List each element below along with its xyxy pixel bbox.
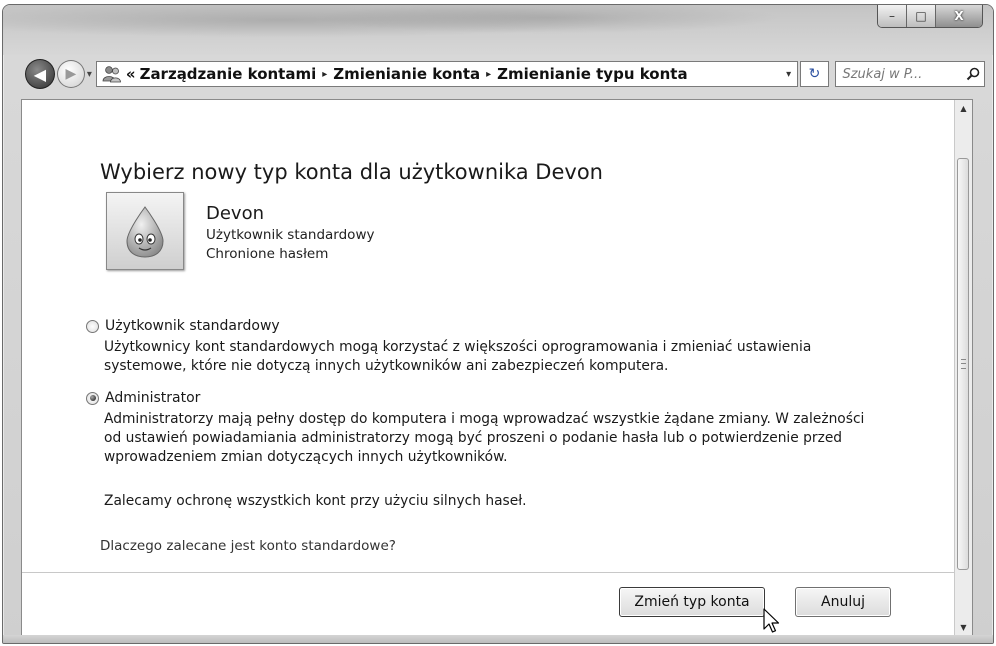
minimize-button[interactable]: –: [878, 5, 907, 27]
users-control-panel-icon: [101, 65, 123, 83]
search-icon[interactable]: [962, 67, 984, 81]
content-pane: Wybierz nowy typ konta dla użytkownika D…: [21, 99, 973, 637]
option-administrator[interactable]: Administrator: [86, 390, 200, 406]
scroll-down-button[interactable]: ▼: [955, 619, 972, 636]
page-title: Wybierz nowy typ konta dla użytkownika D…: [100, 160, 603, 184]
cancel-button[interactable]: Anuluj: [795, 587, 891, 617]
search-input[interactable]: [836, 65, 962, 83]
breadcrumb-change-account-type[interactable]: Zmienianie typu konta: [497, 65, 687, 83]
change-account-type-button[interactable]: Zmień typ konta: [619, 587, 765, 617]
address-bar[interactable]: « Zarządzanie kontami ▸ Zmienianie konta…: [95, 61, 798, 87]
breadcrumb-separator[interactable]: ▸: [486, 69, 491, 80]
address-dropdown-button[interactable]: ▾: [781, 69, 797, 80]
recent-pages-dropdown[interactable]: ▾: [87, 69, 92, 80]
option-description: Użytkownicy kont standardowych mogą korz…: [104, 339, 812, 374]
window-bottom-border: [3, 635, 993, 643]
scroll-grip: [961, 359, 966, 369]
scroll-thumb[interactable]: [957, 158, 969, 570]
separator: [22, 572, 955, 573]
user-picture-icon: [126, 206, 164, 258]
breadcrumb-change-account[interactable]: Zmienianie konta: [333, 65, 480, 83]
forward-button[interactable]: ▶: [56, 60, 85, 88]
refresh-button[interactable]: ↻: [799, 61, 830, 87]
breadcrumb-overflow[interactable]: «: [126, 65, 136, 83]
back-button[interactable]: ◀: [25, 59, 55, 89]
help-link-why-standard[interactable]: Dlaczego zalecane jest konto standardowe…: [100, 538, 396, 554]
radio-standard-user[interactable]: [86, 319, 99, 333]
close-button[interactable]: X: [936, 5, 982, 27]
navigation-bar: ◀ ▶ ▾ « Zarządzanie kontami ▸ Zmienianie…: [25, 57, 985, 91]
mouse-cursor-icon: [763, 608, 780, 633]
option-label[interactable]: Użytkownik standardowy: [105, 318, 280, 334]
title-bar[interactable]: [3, 5, 993, 55]
user-name: Devon: [206, 203, 265, 224]
breadcrumb-separator[interactable]: ▸: [322, 69, 327, 80]
caption-buttons: – □ X: [877, 5, 983, 28]
breadcrumb-account-management[interactable]: Zarządzanie kontami: [140, 65, 317, 83]
user-password-status: Chronione hasłem: [206, 246, 329, 262]
maximize-button[interactable]: □: [907, 5, 936, 27]
radio-administrator[interactable]: [86, 391, 99, 405]
user-account-type: Użytkownik standardowy: [206, 227, 375, 243]
search-box[interactable]: [835, 61, 985, 87]
option-label[interactable]: Administrator: [105, 390, 200, 406]
option-description: Administratorzy mają pełny dostęp do kom…: [104, 411, 865, 465]
option-standard-user[interactable]: Użytkownik standardowy: [86, 318, 280, 334]
vertical-scrollbar[interactable]: ▲ ▼: [954, 100, 972, 636]
scroll-up-button[interactable]: ▲: [955, 100, 972, 117]
explorer-window: – □ X ◀ ▶ ▾ « Zarządzanie kontami ▸ Zmie…: [2, 4, 994, 644]
user-avatar-picture: [106, 192, 184, 270]
password-recommendation: Zalecamy ochronę wszystkich kont przy uż…: [104, 493, 527, 509]
